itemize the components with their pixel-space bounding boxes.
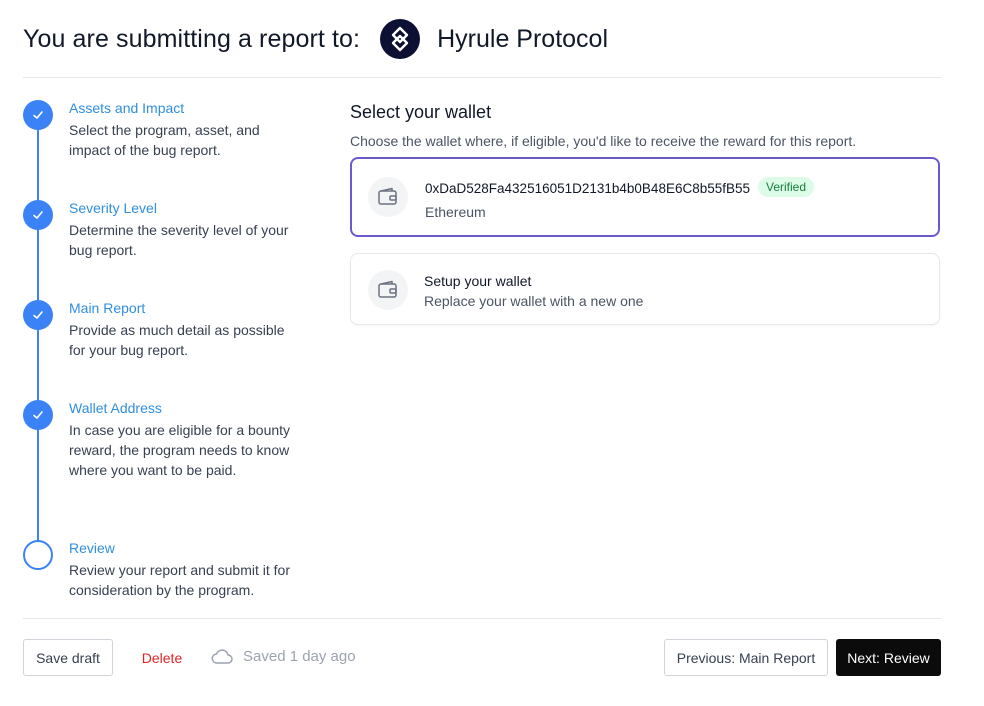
section-title: Select your wallet [350,102,492,122]
step-description: Determine the severity level of your bug… [69,222,289,258]
cloud-icon [211,648,233,664]
wallet-section: Select your wallet Choose the wallet whe… [350,102,942,149]
page-title: You are submitting a report to: [23,24,361,53]
next-review-button[interactable]: Next: Review [836,639,941,676]
step-description: Provide as much detail as possible for y… [69,322,285,358]
pending-step-circle-icon [23,540,53,570]
step-description: In case you are eligible for a bounty re… [69,422,291,478]
section-subtitle: Choose the wallet where, if eligible, yo… [350,133,857,149]
step-title[interactable]: Main Report [69,300,145,316]
wallet-icon [368,177,408,217]
step-title[interactable]: Review [69,540,115,556]
footer-divider [23,618,941,619]
verified-badge: Verified [758,177,815,197]
wallet-network: Ethereum [425,204,486,220]
setup-wallet-description: Replace your wallet with a new one [424,293,644,309]
step-description: Select the program, asset, and impact of… [69,122,260,158]
saved-status-text: Saved 1 day ago [243,648,356,665]
stepper-connector-line [37,116,39,556]
program-name[interactable]: Hyrule Protocol [437,25,608,54]
check-icon [23,400,53,430]
wallet-icon [368,270,408,310]
setup-wallet-card[interactable]: Setup your wallet Replace your wallet wi… [350,253,940,325]
check-icon [23,100,53,130]
check-icon [23,200,53,230]
delete-button[interactable]: Delete [131,639,193,676]
step-description: Review your report and submit it for con… [69,562,290,598]
page-header: You are submitting a report to: Hyrule P… [23,18,608,60]
check-icon [23,300,53,330]
step-title[interactable]: Assets and Impact [69,100,184,116]
selected-wallet-card[interactable]: 0xDaD528Fa432516051D2131b4b0B48E6C8b55fB… [350,157,940,237]
hyrule-diamond-logo-icon [380,19,421,59]
setup-wallet-title: Setup your wallet [424,273,532,289]
header-divider [23,77,941,78]
step-title[interactable]: Severity Level [69,200,157,216]
previous-main-report-button[interactable]: Previous: Main Report [664,639,828,676]
step-title[interactable]: Wallet Address [69,400,162,416]
wallet-address: 0xDaD528Fa432516051D2131b4b0B48E6C8b55fB… [425,181,751,196]
save-draft-button[interactable]: Save draft [23,639,113,676]
saved-status: Saved 1 day ago [211,648,356,665]
